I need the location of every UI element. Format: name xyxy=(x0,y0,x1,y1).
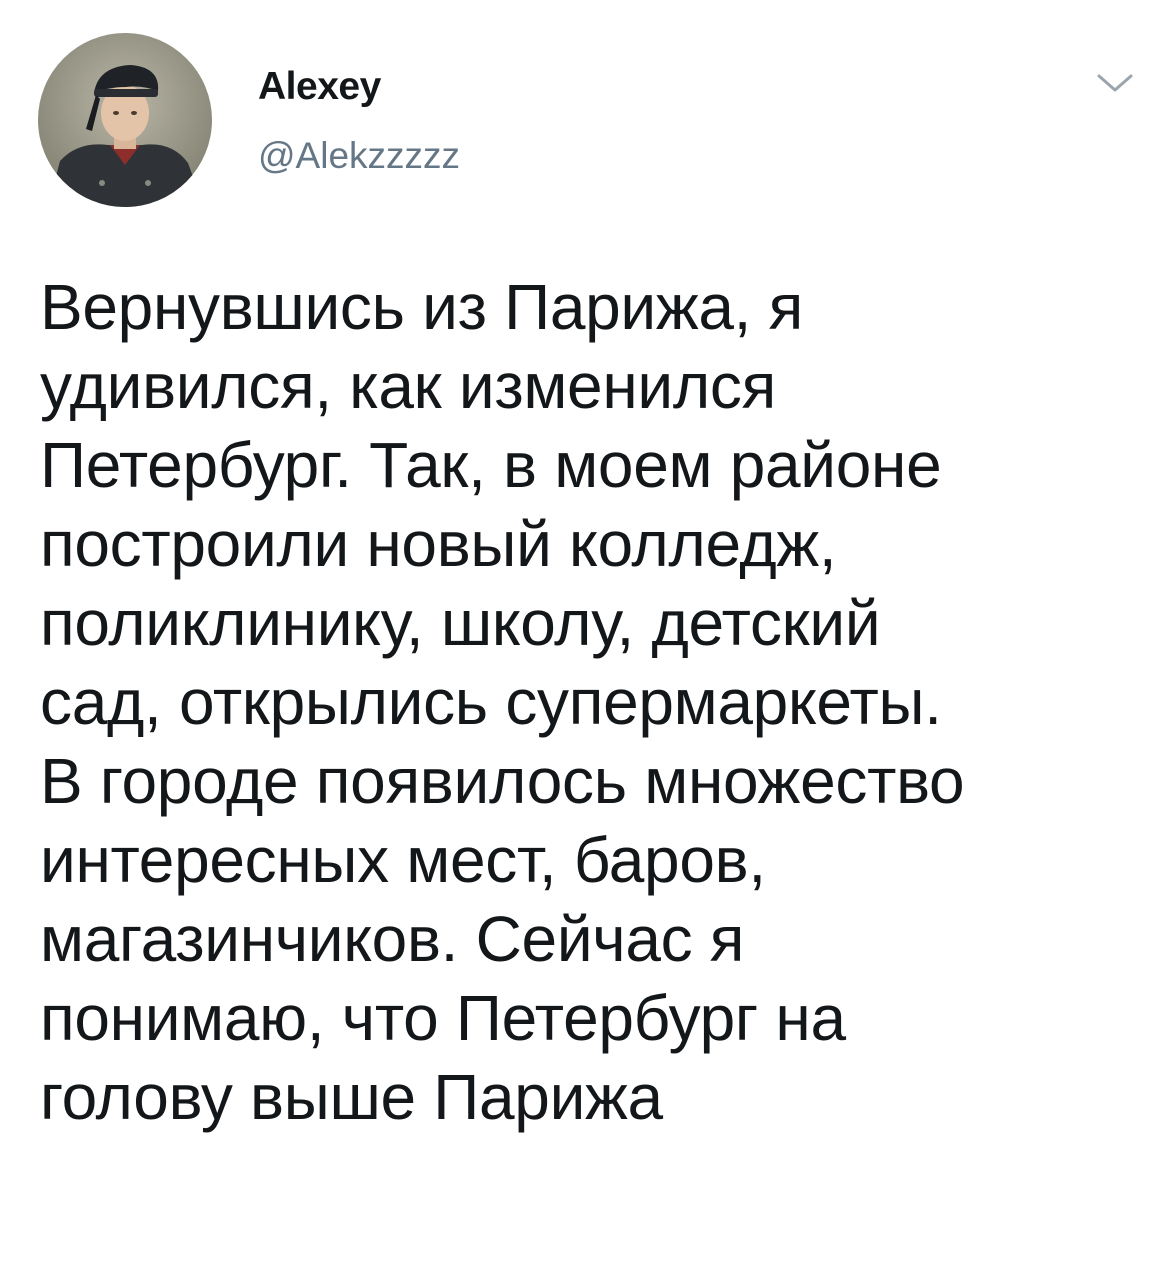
author-avatar[interactable] xyxy=(38,33,212,207)
tweet-card: Alexey @Alekzzzzz Вернувшись из Парижа, … xyxy=(0,0,1163,1279)
author-display-name[interactable]: Alexey xyxy=(258,67,381,106)
tweet-menu-button[interactable] xyxy=(1093,68,1137,98)
chevron-down-icon xyxy=(1097,74,1133,92)
user-avatar-photo-icon xyxy=(38,33,212,207)
author-handle[interactable]: @Alekzzzzz xyxy=(258,137,460,174)
tweet-text: Вернувшись из Парижа, я удивился, как из… xyxy=(40,271,965,1133)
